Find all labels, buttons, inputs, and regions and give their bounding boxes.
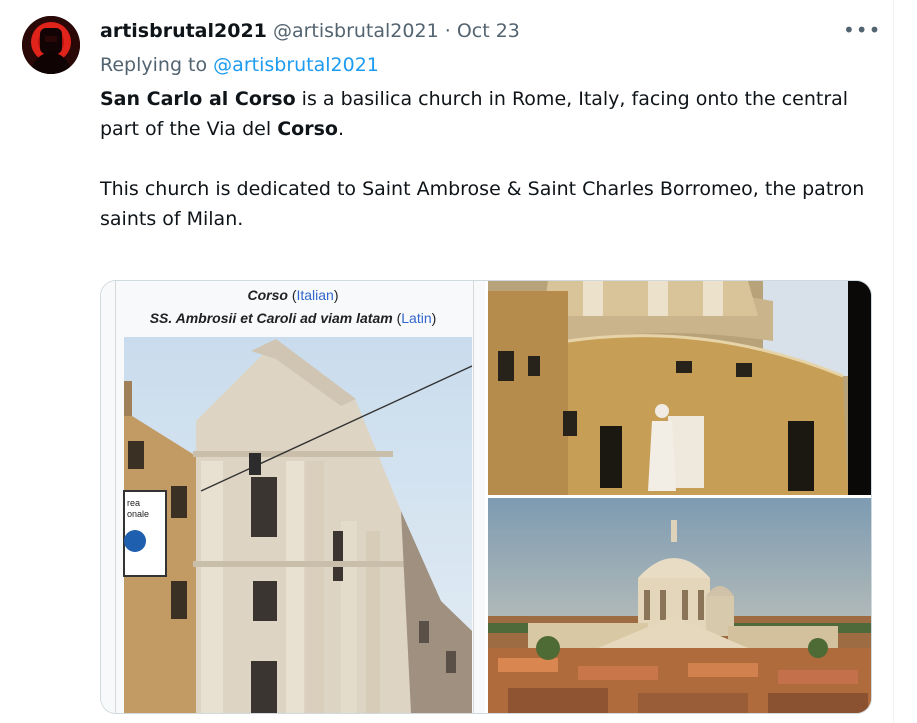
caption-paren-close-2: ): [431, 310, 437, 326]
media-image-facade[interactable]: rea onale Corso (Italian) SS. Ambrosii e…: [101, 281, 485, 713]
replying-to-label: Replying to: [100, 54, 208, 76]
paragraph-1-end: .: [337, 118, 344, 140]
replying-to: Replying to @artisbrutal2021: [100, 52, 379, 78]
media-image-apse[interactable]: [488, 281, 871, 495]
tweet-paragraph-1: San Carlo al Corso is a basilica church …: [100, 84, 870, 144]
dome-photo: [488, 498, 871, 713]
caption-paren-close: ): [333, 287, 339, 303]
media-image-dome[interactable]: [488, 498, 871, 713]
apse-photo: [488, 281, 871, 495]
caption-latin-name: SS. Ambrosii et Caroli ad viam latam: [149, 310, 393, 326]
caption-lang-italian[interactable]: Italian: [296, 287, 333, 303]
header-separator: ·: [444, 20, 451, 42]
more-options-icon[interactable]: •••: [843, 20, 880, 42]
infobox-caption-italian: Corso (Italian): [101, 287, 485, 303]
tweet-paragraph-2: This church is dedicated to Saint Ambros…: [100, 178, 865, 230]
tweet: artisbrutal2021 @artisbrutal2021 · Oct 2…: [0, 0, 917, 723]
svg-text:rea: rea: [127, 498, 140, 508]
avatar[interactable]: [22, 16, 80, 74]
svg-text:onale: onale: [127, 509, 149, 519]
caption-lang-latin[interactable]: Latin: [401, 310, 431, 326]
bold-corso: Corso: [277, 118, 338, 140]
tweet-text: San Carlo al Corso is a basilica church …: [100, 84, 870, 234]
tweet-header: artisbrutal2021 @artisbrutal2021 · Oct 2…: [100, 19, 520, 43]
replying-to-link[interactable]: @artisbrutal2021: [213, 54, 379, 76]
facade-photo: rea onale: [101, 281, 485, 713]
display-name[interactable]: artisbrutal2021: [100, 20, 267, 42]
caption-corso: Corso: [247, 287, 288, 303]
media-grid: rea onale Corso (Italian) SS. Ambrosii e…: [100, 280, 872, 714]
column-divider: [893, 0, 894, 723]
bold-church-name: San Carlo al Corso: [100, 88, 296, 110]
avatar-image: [22, 16, 80, 74]
tweet-date[interactable]: Oct 23: [457, 20, 520, 42]
user-handle[interactable]: @artisbrutal2021: [273, 20, 439, 42]
infobox-caption-latin: SS. Ambrosii et Caroli ad viam latam (La…: [101, 310, 485, 326]
